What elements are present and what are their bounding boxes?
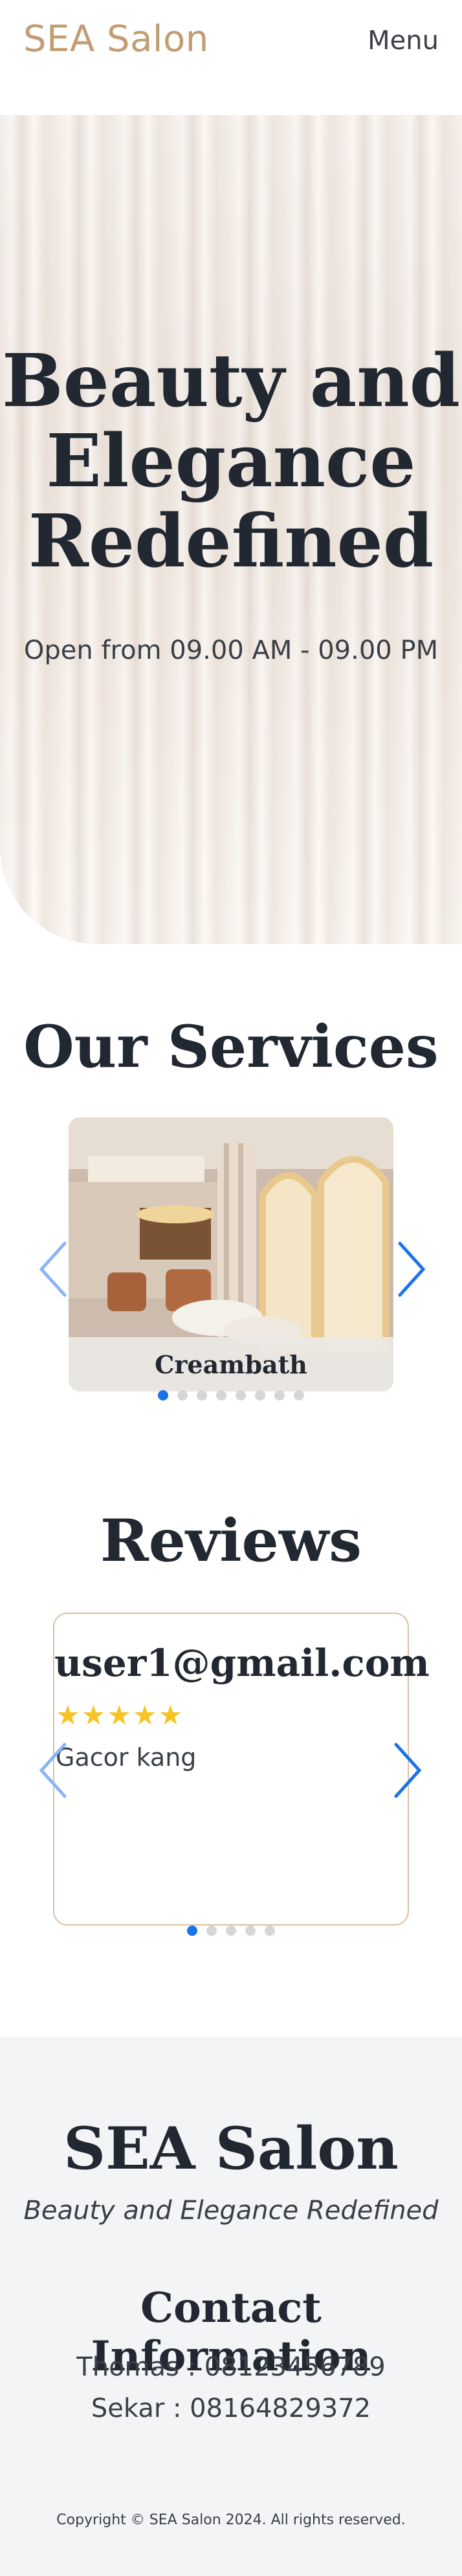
pagination-dot[interactable] [206, 1926, 217, 1936]
copyright-text: Copyright © SEA Salon 2024. All rights r… [56, 2512, 406, 2528]
star-rating-icon: ★★★★★ [56, 1699, 184, 1731]
review-text: Gacor kang [56, 1743, 197, 1772]
pagination-dot[interactable] [236, 1390, 246, 1401]
reviews-next-arrow-icon[interactable] [388, 1739, 427, 1801]
review-card: user1@gmail.com ★★★★★ Gacor kang [53, 1613, 430, 1926]
pagination-dot[interactable] [245, 1926, 256, 1936]
footer-tagline: Beauty and Elegance Redefined [23, 2196, 439, 2226]
hero-section: Beauty and Elegance Redefined Open from … [0, 115, 462, 944]
pagination-dot[interactable] [265, 1926, 275, 1936]
contact-item: Sekar : 08164829372 [91, 2394, 371, 2423]
pagination-dot[interactable] [187, 1926, 197, 1936]
footer-brand: SEA Salon [63, 2114, 399, 2183]
hero-title-line: Beauty and [1, 339, 461, 424]
pagination-dot[interactable] [197, 1390, 207, 1401]
site-footer: SEA Salon Beauty and Elegance Redefined … [0, 2037, 462, 2576]
pagination-dot[interactable] [274, 1390, 285, 1401]
hero-title-line: Elegance [46, 419, 416, 504]
reviews-title: Reviews [100, 1507, 362, 1575]
pagination-dot[interactable] [177, 1390, 188, 1401]
site-header: SEA Salon Menu [0, 0, 462, 115]
services-pagination [0, 1390, 462, 1403]
services-title: Our Services [23, 1013, 439, 1081]
pagination-dot[interactable] [158, 1390, 168, 1401]
reviews-prev-arrow-icon[interactable] [34, 1739, 72, 1801]
pagination-dot[interactable] [294, 1390, 304, 1401]
contact-item: Thomas : 08123456789 [76, 2352, 386, 2382]
services-prev-arrow-icon[interactable] [34, 1238, 72, 1300]
pagination-dot[interactable] [216, 1390, 226, 1401]
hero-subtitle: Open from 09.00 AM - 09.00 PM [23, 636, 439, 665]
service-caption: Creambath [69, 1337, 393, 1391]
pagination-dot[interactable] [255, 1390, 265, 1401]
review-user: user1@gmail.com [54, 1641, 430, 1685]
services-next-arrow-icon[interactable] [392, 1238, 431, 1300]
hero-title-line: Redefined [28, 499, 434, 584]
hero-title: Beauty and Elegance Redefined [0, 341, 462, 582]
pagination-dot[interactable] [226, 1926, 236, 1936]
service-slide[interactable]: Creambath [69, 1117, 393, 1391]
menu-button[interactable]: Menu [368, 26, 439, 56]
brand-logo[interactable]: SEA Salon [23, 18, 209, 60]
reviews-pagination [0, 1926, 462, 1938]
